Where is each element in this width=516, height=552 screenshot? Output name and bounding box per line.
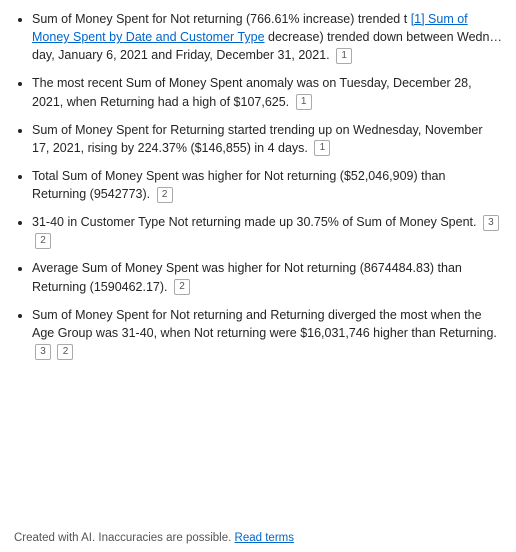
- badge: 3: [483, 215, 499, 231]
- badge: 2: [35, 233, 51, 249]
- bullet-text: Total Sum of Money Spent was higher for …: [32, 169, 445, 201]
- read-terms-link[interactable]: Read terms: [235, 532, 294, 544]
- bullet-text: Sum of Money Spent for Not returning and…: [32, 308, 497, 340]
- footer: Created with AI. Inaccuracies are possib…: [14, 526, 502, 544]
- list-item: 31-40 in Customer Type Not returning mad…: [32, 213, 502, 249]
- bullet-text: Sum of Money Spent for Not returning (76…: [32, 12, 411, 26]
- list-item: Sum of Money Spent for Returning started…: [32, 121, 502, 157]
- bullet-text: The most recent Sum of Money Spent anoma…: [32, 76, 472, 108]
- list-item: Average Sum of Money Spent was higher fo…: [32, 259, 502, 295]
- list-item: Sum of Money Spent for Not returning and…: [32, 306, 502, 360]
- list-item: Sum of Money Spent for Not returning (76…: [32, 10, 502, 64]
- insights-list: Sum of Money Spent for Not returning (76…: [14, 10, 502, 526]
- badge: 2: [157, 187, 173, 203]
- bullet-text: Sum of Money Spent for Returning started…: [32, 123, 482, 155]
- content-area: Sum of Money Spent for Not returning (76…: [14, 10, 502, 526]
- badge: 2: [174, 279, 190, 295]
- badge: 1: [296, 94, 312, 110]
- badge: 1: [336, 48, 352, 64]
- main-container: Sum of Money Spent for Not returning (76…: [0, 0, 516, 552]
- badge: 3: [35, 344, 51, 360]
- footer-text: Created with AI. Inaccuracies are possib…: [14, 532, 231, 544]
- badge: 1: [314, 140, 330, 156]
- list-item: The most recent Sum of Money Spent anoma…: [32, 74, 502, 110]
- bullet-text: 31-40 in Customer Type Not returning mad…: [32, 215, 476, 229]
- list-item: Total Sum of Money Spent was higher for …: [32, 167, 502, 203]
- badge: 2: [57, 344, 73, 360]
- bullet-text: Average Sum of Money Spent was higher fo…: [32, 261, 462, 293]
